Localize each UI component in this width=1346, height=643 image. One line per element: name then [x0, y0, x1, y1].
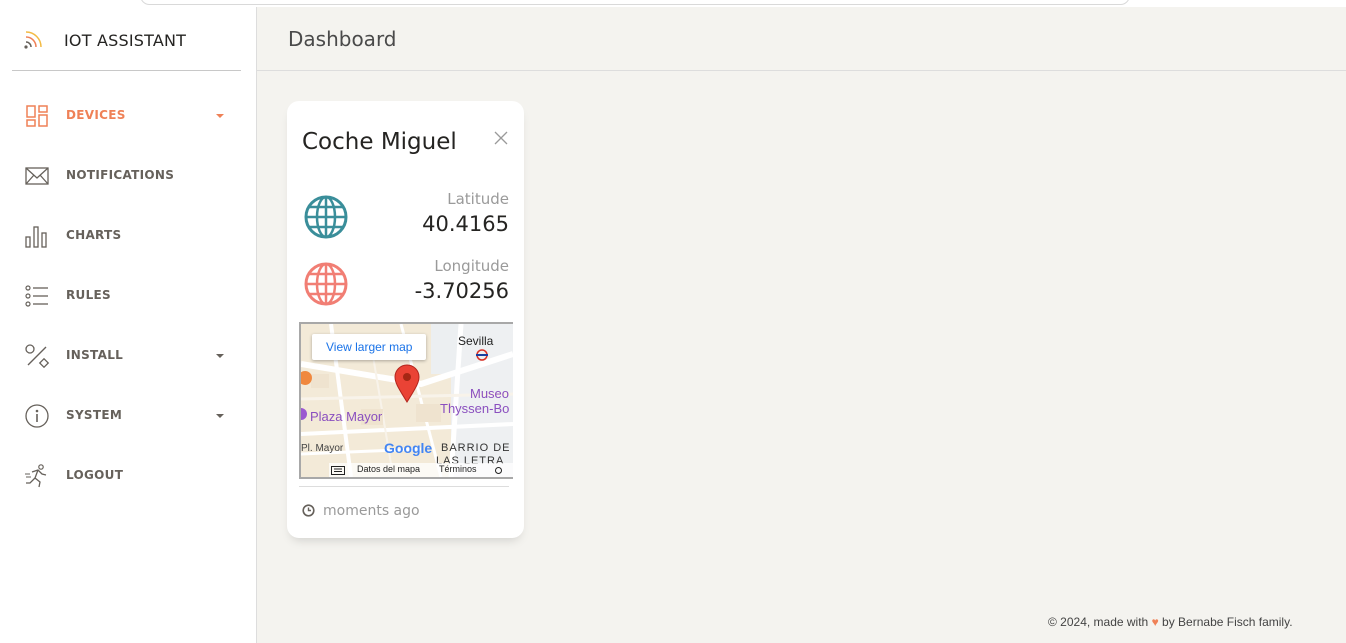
map-label-sevilla: Sevilla: [458, 334, 494, 348]
sidebar-item-logout[interactable]: LOGOUT: [0, 445, 256, 505]
device-title: Coche Miguel: [302, 129, 457, 155]
copyright-suffix: by Bernabe Fisch family.: [1162, 615, 1293, 629]
brand-divider: [12, 70, 241, 71]
info-icon: [25, 404, 49, 428]
bar-chart-icon: [25, 226, 47, 248]
brand-name: IOT ASSISTANT: [64, 31, 187, 50]
latitude-metric: Latitude 40.4165: [287, 190, 524, 255]
longitude-metric: Longitude -3.70256: [287, 257, 524, 322]
copyright-footer: © 2024, made with ♥ by Bernabe Fisch fam…: [1048, 615, 1293, 629]
envelope-icon: [25, 167, 49, 185]
copyright-prefix: © 2024, made with: [1048, 615, 1149, 629]
longitude-value: -3.70256: [414, 279, 509, 303]
last-updated-text: moments ago: [323, 503, 420, 519]
map-label-thyssen: Thyssen-Bo: [440, 401, 510, 416]
sidebar-item-rules[interactable]: RULES: [0, 265, 256, 325]
list-icon: [25, 285, 48, 307]
tools-icon: [25, 344, 50, 369]
sidebar-nav: DEVICES NOTIFICATIONS CHARTS RULES INSTA…: [0, 85, 256, 505]
caret-down-icon: [216, 414, 224, 418]
report-bug-icon[interactable]: [494, 466, 503, 475]
sidebar-item-notifications[interactable]: NOTIFICATIONS: [0, 145, 256, 205]
wifi-signal-logo-icon: [24, 31, 42, 49]
globe-icon: [304, 195, 348, 239]
sidebar-item-label: SYSTEM: [66, 408, 123, 422]
clock-icon: [302, 504, 315, 517]
map-data-link[interactable]: Datos del mapa: [357, 464, 420, 474]
sidebar-item-label: DEVICES: [66, 108, 126, 122]
dashboard-grid-icon: [26, 105, 48, 127]
heart-icon: ♥: [1151, 615, 1159, 629]
map-attribution-bar: Datos del mapa Términos: [329, 463, 513, 477]
caret-down-icon: [216, 354, 224, 358]
close-icon[interactable]: [492, 129, 510, 147]
caret-down-icon: [216, 114, 224, 118]
sidebar-item-label: CHARTS: [66, 228, 122, 242]
card-divider: [299, 486, 509, 487]
page-title: Dashboard: [288, 27, 397, 51]
google-logo: Google: [384, 440, 433, 456]
latitude-label: Latitude: [447, 190, 509, 208]
map-terms-link[interactable]: Términos: [439, 464, 477, 474]
longitude-label: Longitude: [434, 257, 509, 275]
sidebar-item-label: INSTALL: [66, 348, 124, 362]
sidebar-item-install[interactable]: INSTALL: [0, 325, 256, 385]
keyboard-icon[interactable]: [331, 466, 345, 475]
sidebar-item-label: RULES: [66, 288, 111, 302]
top-navbar: Dashboard: [257, 7, 1346, 71]
runner-icon: [25, 464, 47, 488]
sidebar-item-system[interactable]: SYSTEM: [0, 385, 256, 445]
google-map-embed[interactable]: View larger map Sevilla Museo Thyssen-Bo…: [299, 322, 513, 479]
globe-icon: [304, 262, 348, 306]
view-larger-map-link[interactable]: View larger map: [312, 334, 427, 360]
browser-top-strip: [0, 0, 1346, 7]
map-label-barrio: BARRIO DE: [441, 442, 511, 454]
sidebar: IOT ASSISTANT DEVICES NOTIFICATIONS CHAR…: [0, 7, 257, 643]
sidebar-item-charts[interactable]: CHARTS: [0, 205, 256, 265]
sidebar-item-label: NOTIFICATIONS: [66, 168, 175, 182]
sidebar-item-label: LOGOUT: [66, 468, 124, 482]
device-card: Coche Miguel Latitude 40.4165 Longitude …: [287, 101, 524, 538]
sidebar-item-devices[interactable]: DEVICES: [0, 85, 256, 145]
map-label-pl-mayor: Pl. Mayor: [301, 443, 344, 454]
latitude-value: 40.4165: [422, 212, 509, 236]
map-label-museo: Museo: [470, 386, 510, 401]
card-footer: moments ago: [302, 503, 420, 519]
browser-address-bar[interactable]: [140, 0, 1130, 5]
map-label-plaza-mayor: Plaza Mayor: [310, 409, 383, 424]
